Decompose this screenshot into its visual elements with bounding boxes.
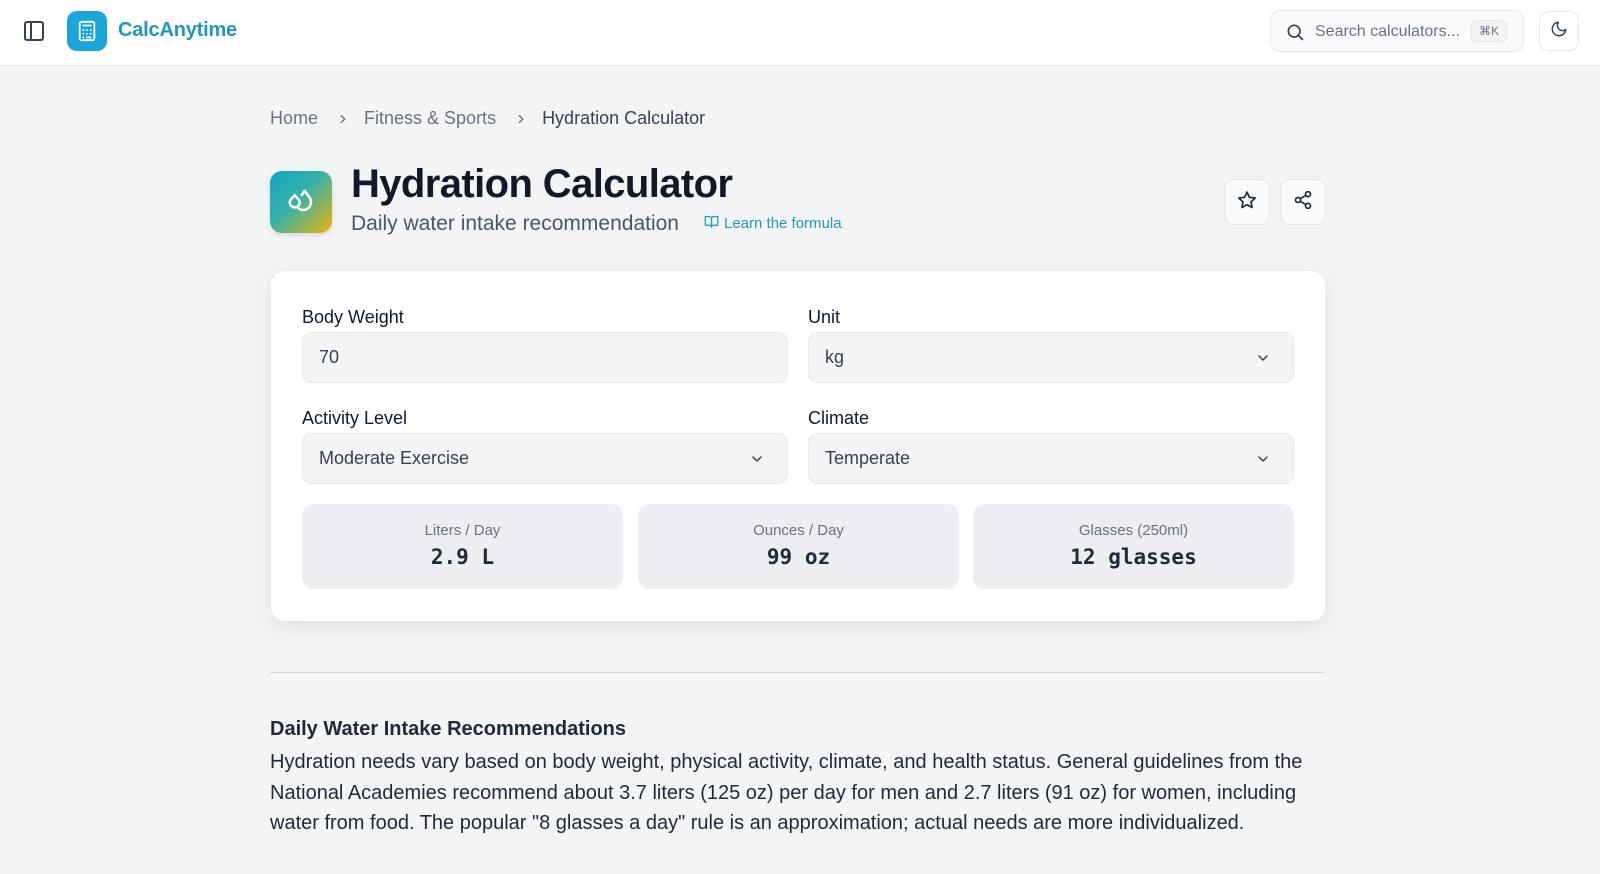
result-value: 2.9 L	[430, 545, 495, 569]
brand-name[interactable]: CalcAnytime	[118, 19, 237, 42]
chevron-down-icon	[749, 451, 765, 467]
result-value: 12 glasses	[1070, 545, 1197, 569]
breadcrumb-fitness-sports[interactable]: Fitness & Sports	[364, 108, 496, 129]
info-heading: Daily Water Intake Recommendations	[270, 718, 627, 740]
result-ounces-card: Ounces / Day 99 oz	[638, 504, 959, 589]
result-value: 99 oz	[766, 545, 831, 569]
share-icon	[1293, 190, 1313, 215]
favorite-button[interactable]	[1224, 179, 1270, 225]
learn-formula-link[interactable]: Learn the formula	[704, 214, 842, 233]
body-weight-field[interactable]	[319, 347, 771, 368]
result-label: Liters / Day	[424, 522, 501, 539]
calculator-card: Body Weight Unit kg Activity Level Moder…	[271, 271, 1325, 621]
breadcrumb-home[interactable]: Home	[270, 108, 318, 129]
chevron-down-icon	[1255, 350, 1271, 366]
page-subtitle: Daily water intake recommendation	[351, 212, 679, 235]
climate-select[interactable]: Temperate	[808, 433, 1294, 484]
sidebar-toggle-icon[interactable]	[22, 19, 46, 43]
activity-level-value: Moderate Exercise	[319, 448, 470, 468]
body-weight-label: Body Weight	[302, 307, 404, 327]
section-divider	[270, 672, 1325, 673]
chevron-right-icon	[514, 112, 528, 126]
climate-label: Climate	[808, 408, 870, 428]
unit-select-value: kg	[825, 347, 845, 367]
activity-level-label: Activity Level	[302, 408, 408, 428]
info-paragraph: Hydration needs vary based on body weigh…	[270, 751, 1303, 834]
climate-value: Temperate	[825, 448, 911, 468]
search-shortcut-badge: ⌘K	[1470, 20, 1507, 42]
share-button[interactable]	[1280, 179, 1326, 225]
book-open-icon	[704, 214, 724, 233]
search-icon	[1285, 22, 1305, 42]
result-liters-card: Liters / Day 2.9 L	[302, 504, 623, 589]
search-input[interactable]: Search calculators... ⌘K	[1270, 10, 1524, 52]
chevron-right-icon	[336, 112, 350, 126]
result-label: Ounces / Day	[753, 522, 844, 539]
result-glasses-card: Glasses (250ml) 12 glasses	[973, 504, 1294, 589]
breadcrumb-current: Hydration Calculator	[542, 108, 706, 128]
theme-toggle-button[interactable]	[1539, 11, 1579, 51]
search-placeholder: Search calculators...	[1315, 23, 1460, 40]
body-weight-input[interactable]	[302, 332, 788, 383]
unit-label: Unit	[808, 307, 841, 327]
droplets-icon	[270, 171, 332, 233]
breadcrumb: Home Fitness & Sports Hydration Calculat…	[270, 108, 705, 129]
activity-level-select[interactable]: Moderate Exercise	[302, 433, 788, 484]
learn-formula-label: Learn the formula	[724, 215, 842, 232]
calculator-icon[interactable]	[67, 11, 107, 51]
unit-select[interactable]: kg	[808, 332, 1294, 383]
chevron-down-icon	[1255, 451, 1271, 467]
moon-icon	[1550, 20, 1568, 43]
star-icon	[1237, 190, 1257, 215]
page-title: Hydration Calculator	[351, 162, 733, 206]
top-bar: CalcAnytime Search calculators... ⌘K	[0, 0, 1600, 66]
result-label: Glasses (250ml)	[1078, 522, 1189, 539]
